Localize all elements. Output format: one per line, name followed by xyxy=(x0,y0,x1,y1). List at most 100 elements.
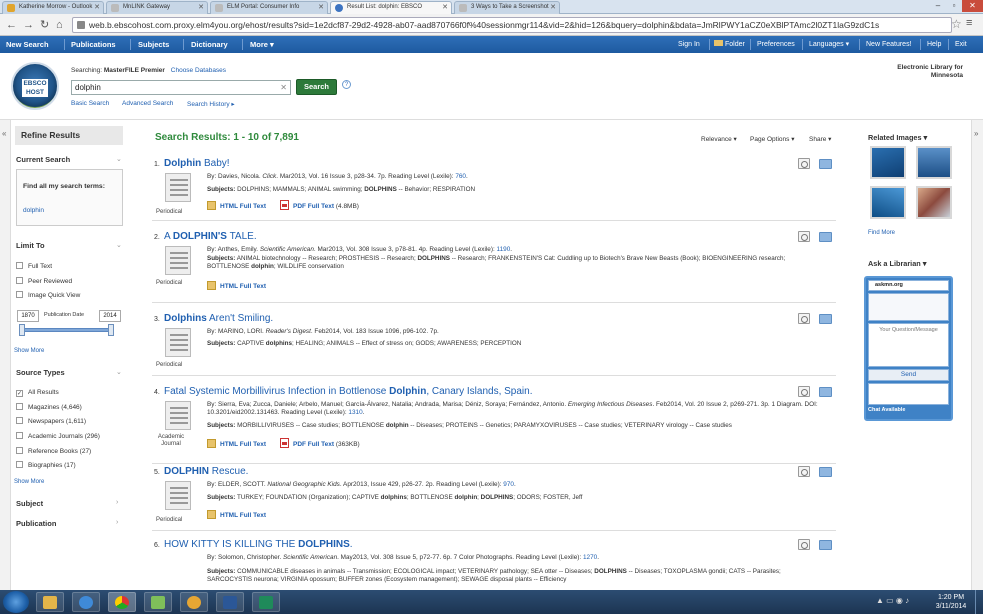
collapse-left-panel[interactable]: « xyxy=(0,120,11,590)
html-icon[interactable] xyxy=(207,510,216,519)
source-reference-books-checkbox[interactable]: Reference Books (27) xyxy=(16,447,91,456)
network-app-icon[interactable] xyxy=(144,592,172,612)
reload-icon[interactable]: ↻ xyxy=(40,18,49,32)
related-image-thumbnail[interactable] xyxy=(870,146,906,179)
date-from-input[interactable]: 1870 xyxy=(17,310,39,322)
preview-icon[interactable] xyxy=(798,539,810,550)
chevron-down-icon[interactable]: ⌄ xyxy=(116,368,122,376)
result-title-link[interactable]: A DOLPHIN'S TALE. xyxy=(164,231,257,242)
result-title-link[interactable]: Dolphins Aren't Smiling. xyxy=(164,313,273,324)
result-title-link[interactable]: Dolphin Baby! xyxy=(164,158,230,169)
chevron-right-icon[interactable]: › xyxy=(116,499,118,506)
page-options-menu[interactable]: Page Options ▾ xyxy=(750,135,794,143)
preview-icon[interactable] xyxy=(798,386,810,397)
collapse-right-panel[interactable]: » xyxy=(971,120,983,590)
html-icon[interactable] xyxy=(207,201,216,210)
limit-full-text-checkbox[interactable]: Full Text xyxy=(16,262,52,271)
home-icon[interactable]: ⌂ xyxy=(56,18,63,32)
slider-handle-start[interactable] xyxy=(19,324,25,336)
preferences-link[interactable]: Preferences xyxy=(757,36,795,53)
languages-menu[interactable]: Languages ▾ xyxy=(809,36,849,53)
advanced-search-link[interactable]: Advanced Search xyxy=(122,100,173,107)
show-more-sources-link[interactable]: Show More xyxy=(14,479,44,485)
browser-tab-screenshot[interactable]: 3 Ways to Take a Screenshot ✕ xyxy=(454,1,560,14)
close-window-icon[interactable]: ✕ xyxy=(962,0,983,12)
help-icon[interactable]: ? xyxy=(342,80,351,89)
new-search-link[interactable]: New Search xyxy=(6,36,49,53)
chat-name-field[interactable] xyxy=(868,293,949,321)
browser-tab-result-list[interactable]: Result List: dolphin: EBSCO ✕ xyxy=(330,1,452,15)
clear-icon[interactable]: ✕ xyxy=(280,81,287,94)
show-more-limits-link[interactable]: Show More xyxy=(14,348,44,354)
preview-icon[interactable] xyxy=(798,466,810,477)
system-tray-icons[interactable]: ▲ ▭ ◉ ♪ xyxy=(876,596,909,605)
ask-librarian-heading[interactable]: Ask a Librarian ▾ xyxy=(868,259,926,268)
find-more-images-link[interactable]: Find More xyxy=(868,230,895,236)
system-clock[interactable]: 1:20 PM 3/11/2014 xyxy=(931,593,971,611)
chevron-right-icon[interactable]: › xyxy=(116,519,118,526)
source-all-results-checkbox[interactable]: ✓ All Results xyxy=(16,388,59,397)
internet-explorer-icon[interactable] xyxy=(72,592,100,612)
source-magazines-checkbox[interactable]: Magazines (4,646) xyxy=(16,403,82,412)
publications-link[interactable]: Publications xyxy=(71,36,116,53)
source-academic-journals-checkbox[interactable]: Academic Journals (296) xyxy=(16,432,100,441)
pdf-full-text-link[interactable]: PDF Full Text xyxy=(293,203,334,210)
limit-image-quick-view-checkbox[interactable]: Image Quick View xyxy=(16,291,80,300)
html-full-text-link[interactable]: HTML Full Text xyxy=(220,203,266,210)
dictionary-link[interactable]: Dictionary xyxy=(191,36,228,53)
html-full-text-link[interactable]: HTML Full Text xyxy=(220,283,266,290)
chat-send-button[interactable]: Send xyxy=(868,369,949,381)
periodical-icon[interactable] xyxy=(165,173,191,202)
add-to-folder-icon[interactable] xyxy=(819,159,832,169)
chevron-down-icon[interactable]: ⌄ xyxy=(116,155,122,163)
browser-menu-icon[interactable]: ≡ xyxy=(966,17,972,29)
limit-peer-reviewed-checkbox[interactable]: Peer Reviewed xyxy=(16,277,72,286)
add-to-folder-icon[interactable] xyxy=(819,232,832,242)
pdf-icon[interactable] xyxy=(279,438,289,448)
close-icon[interactable]: ✕ xyxy=(198,2,204,13)
chat-message-input[interactable]: Your Question/Message xyxy=(868,323,949,367)
minimize-icon[interactable]: – xyxy=(930,0,946,12)
bookmark-star-icon[interactable]: ☆ xyxy=(951,17,962,31)
related-image-thumbnail[interactable] xyxy=(870,186,906,219)
back-icon[interactable]: ← xyxy=(6,18,17,32)
pdf-icon[interactable] xyxy=(279,200,289,210)
academic-journal-icon[interactable] xyxy=(165,401,191,430)
result-title-link[interactable]: Fatal Systemic Morbillivirus Infection i… xyxy=(164,386,532,397)
html-full-text-link[interactable]: HTML Full Text xyxy=(220,512,266,519)
add-to-folder-icon[interactable] xyxy=(819,467,832,477)
slider-handle-end[interactable] xyxy=(108,324,114,336)
publisher-icon[interactable] xyxy=(252,592,280,612)
search-input[interactable]: dolphin ✕ xyxy=(71,80,291,95)
current-search-heading[interactable]: Current Search xyxy=(16,155,70,164)
source-types-heading[interactable]: Source Types xyxy=(16,368,65,377)
periodical-icon[interactable] xyxy=(165,246,191,275)
close-icon[interactable]: ✕ xyxy=(94,2,100,13)
date-range-slider[interactable] xyxy=(21,328,113,332)
swirl-app-icon[interactable] xyxy=(180,592,208,612)
forward-icon[interactable]: → xyxy=(23,18,34,32)
browser-tab-elm-portal[interactable]: ELM Portal: Consumer Info ✕ xyxy=(210,1,328,14)
ebsco-host-logo[interactable]: EBSCO HOST xyxy=(11,62,59,110)
add-to-folder-icon[interactable] xyxy=(819,540,832,550)
preview-icon[interactable] xyxy=(798,158,810,169)
periodical-icon[interactable] xyxy=(165,481,191,510)
preview-icon[interactable] xyxy=(798,313,810,324)
pdf-full-text-link[interactable]: PDF Full Text xyxy=(293,441,334,448)
relevance-sort-menu[interactable]: Relevance ▾ xyxy=(701,135,737,143)
share-menu[interactable]: Share ▾ xyxy=(809,135,831,143)
help-link[interactable]: Help xyxy=(927,36,941,53)
subjects-link[interactable]: Subjects xyxy=(138,36,169,53)
related-image-thumbnail[interactable] xyxy=(916,146,952,179)
url-field[interactable]: web.b.ebscohost.com.proxy.elm4you.org/eh… xyxy=(72,17,952,33)
close-icon[interactable]: ✕ xyxy=(550,2,556,13)
exit-link[interactable]: Exit xyxy=(955,36,967,53)
html-icon[interactable] xyxy=(207,439,216,448)
subject-heading[interactable]: Subject xyxy=(16,499,43,508)
result-title-link[interactable]: HOW KITTY IS KILLING THE DOLPHINS. xyxy=(164,539,353,550)
source-biographies-checkbox[interactable]: Biographies (17) xyxy=(16,461,76,470)
start-button-icon[interactable] xyxy=(3,591,29,613)
html-icon[interactable] xyxy=(207,281,216,290)
show-desktop-button[interactable] xyxy=(975,590,983,614)
folder-link[interactable]: Folder xyxy=(714,36,745,53)
